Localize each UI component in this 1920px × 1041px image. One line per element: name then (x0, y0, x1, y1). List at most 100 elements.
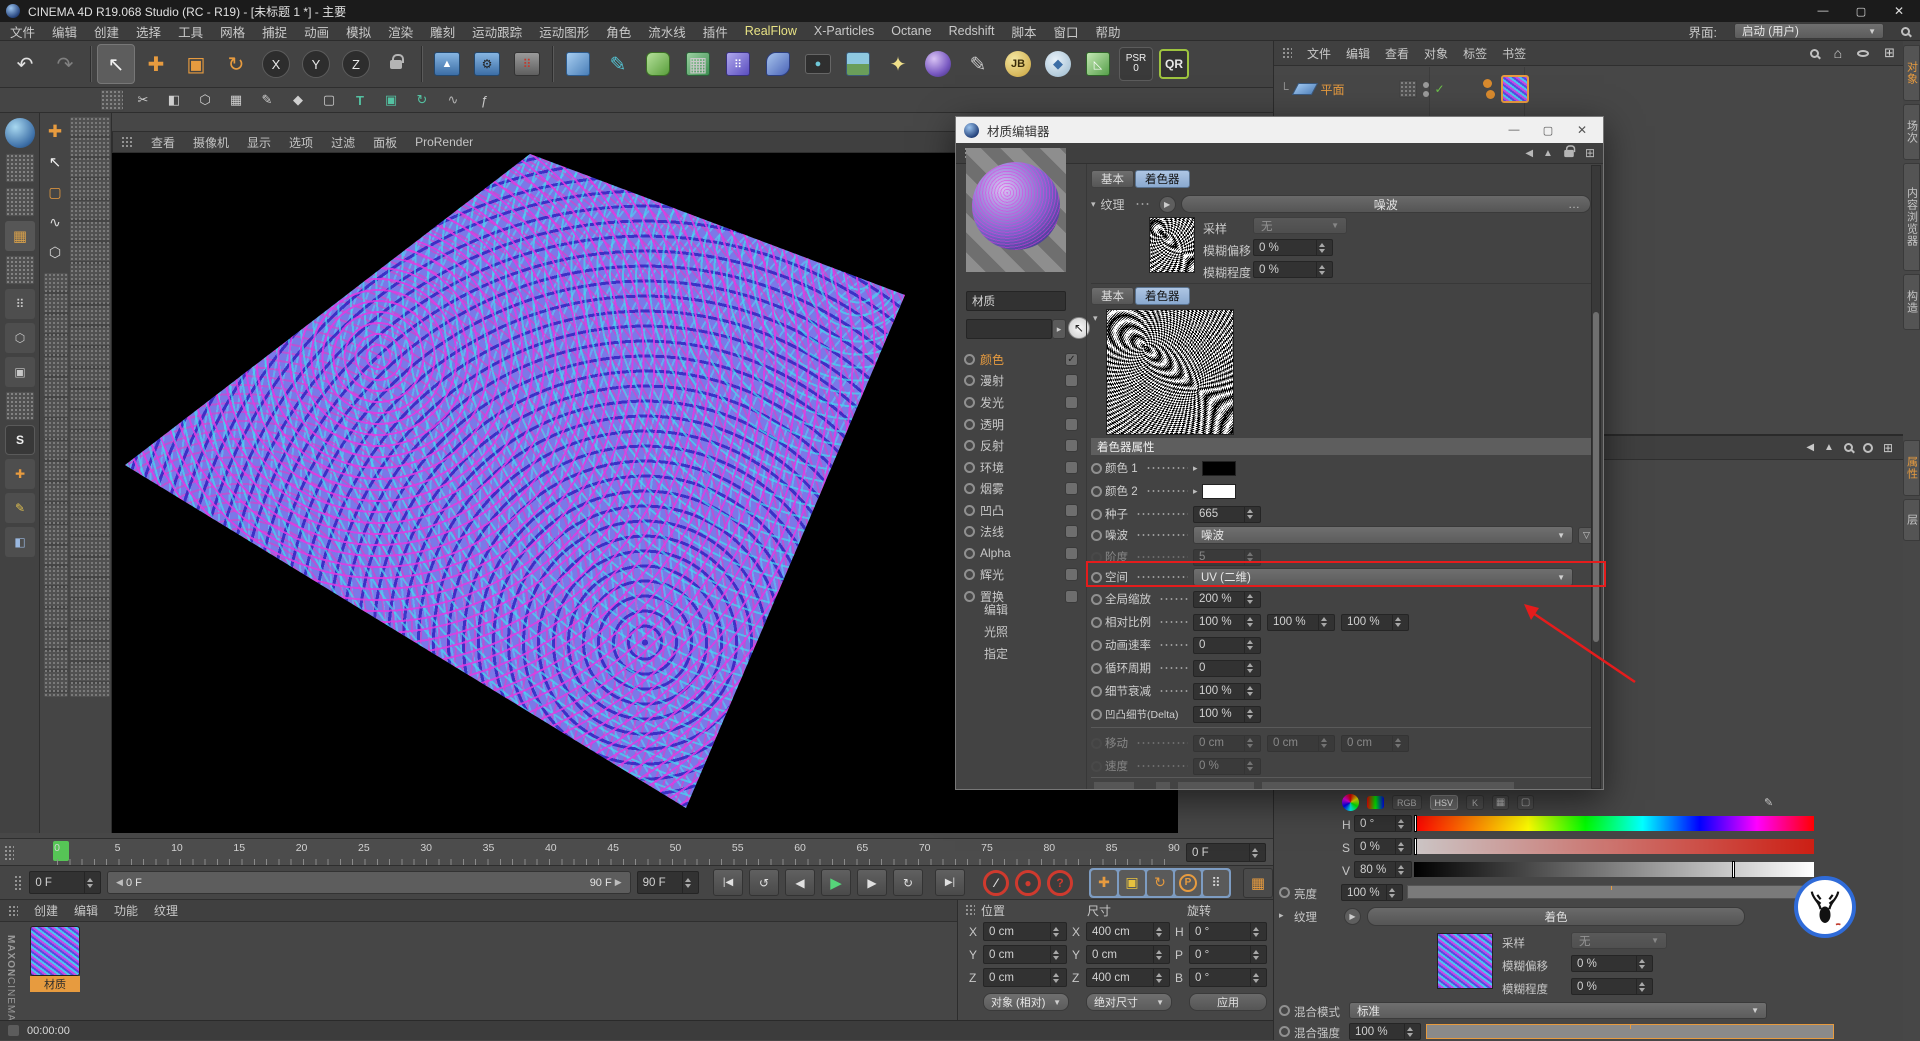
menu-motion-tracker[interactable]: 运动跟踪 (472, 22, 522, 41)
color2-radio[interactable] (1091, 486, 1102, 497)
am-lock-icon[interactable] (1863, 443, 1873, 453)
lasso-select-icon[interactable]: ∿ (42, 209, 68, 235)
psr-button[interactable]: PSR0 (1119, 47, 1153, 81)
apply-button[interactable]: 应用 (1189, 993, 1267, 1011)
val-slider[interactable] (1414, 862, 1814, 877)
matmgr-menu-create[interactable]: 创建 (34, 902, 58, 919)
record-button[interactable]: ⁄ (983, 870, 1009, 896)
sat-slider[interactable] (1414, 839, 1814, 854)
tab-basic-shader[interactable]: 基本 (1091, 287, 1134, 305)
paint-mode-icon[interactable]: ✎ (5, 493, 35, 523)
channel-row-transparency[interactable]: 透明 (964, 415, 1078, 433)
maximize-icon[interactable]: ▢ (1846, 5, 1876, 18)
size-z-field[interactable]: 400 cm (1086, 968, 1170, 987)
render-queue-icon[interactable]: ⠿ (508, 44, 546, 84)
knife-icon[interactable]: ✂ (131, 89, 155, 111)
color1-swatch[interactable] (1202, 461, 1236, 476)
am-newwin-icon[interactable]: ⊞ (1883, 441, 1893, 455)
size-mode-dropdown[interactable]: 绝对尺寸▼ (1086, 993, 1172, 1011)
matmgr-menu-edit[interactable]: 编辑 (74, 902, 98, 919)
rot-h-field[interactable]: 0 ° (1189, 922, 1267, 941)
array-icon[interactable]: ▦ (679, 44, 717, 84)
tag-dot-icon[interactable] (1486, 90, 1495, 99)
search-icon[interactable] (1901, 27, 1910, 36)
material-ball-icon[interactable] (919, 44, 957, 84)
poly-select-icon[interactable]: ⬡ (42, 239, 68, 265)
sat-field[interactable]: 0 % (1354, 838, 1412, 855)
viewport-menu-display[interactable]: 显示 (247, 134, 271, 151)
material-name-label[interactable]: 材质 (30, 976, 80, 992)
cloner-icon[interactable]: ⠿ (719, 44, 757, 84)
camera-icon[interactable]: ● (799, 44, 837, 84)
end-frame-field[interactable]: 90 F (637, 871, 699, 894)
blur-scale-field[interactable]: 0 % (1253, 261, 1333, 278)
redo-icon[interactable]: ↷ (46, 44, 84, 84)
editor-dot-icon[interactable] (1423, 82, 1429, 88)
texture-collapse-icon[interactable]: ▾ (1091, 199, 1096, 210)
sample-thumb[interactable] (1149, 217, 1195, 273)
menu-script[interactable]: 脚本 (1011, 22, 1036, 41)
menu-create[interactable]: 创建 (94, 22, 119, 41)
om-menu-objects[interactable]: 对象 (1424, 45, 1448, 62)
channel-row-alpha[interactable]: Alpha (964, 544, 1078, 562)
om-menu-file[interactable]: 文件 (1307, 45, 1331, 62)
seed-field[interactable]: 665 (1193, 506, 1261, 523)
world-globe-icon[interactable] (5, 118, 35, 148)
viewport-menu-camera[interactable]: 摄像机 (193, 134, 229, 151)
polygon-pen-icon[interactable]: ✎ (255, 89, 279, 111)
autokey-button[interactable]: ● (1015, 870, 1041, 896)
frame-range-slider[interactable]: ◀0 F 90 F▶ (107, 871, 631, 894)
solo-mode-icon[interactable]: S (5, 425, 35, 455)
points-mode-icon[interactable]: ⠿ (5, 289, 35, 319)
uv-mode-icon[interactable]: ◧ (5, 527, 35, 557)
pos-x-field[interactable]: 0 cm (983, 922, 1067, 941)
select-arrow-icon[interactable]: ↖ (42, 149, 68, 175)
color1-expand-icon[interactable]: ▸ (1193, 463, 1198, 474)
minimize-icon[interactable]: — (1808, 5, 1838, 17)
menu-animate[interactable]: 动画 (304, 22, 329, 41)
phong-tag-icon[interactable] (1483, 79, 1492, 88)
bridge-icon[interactable]: ▦ (224, 89, 248, 111)
mirror-icon[interactable]: ▢ (317, 89, 341, 111)
matmgr-grip[interactable] (8, 905, 18, 917)
brightness-field[interactable]: 100 % (1341, 884, 1403, 901)
prev-frame-button[interactable]: ◀ (785, 869, 815, 896)
object-name[interactable]: 平面 (1321, 81, 1345, 98)
make-editable-icon[interactable] (5, 153, 35, 183)
snap-icon[interactable]: ✚ (5, 459, 35, 489)
menu-octane[interactable]: Octane (891, 24, 931, 38)
dialog-back-icon[interactable]: ◀ (1525, 148, 1533, 159)
detailatt-field[interactable]: 100 % (1193, 683, 1261, 700)
pos-y-field[interactable]: 0 cm (983, 945, 1067, 964)
size-x-field[interactable]: 400 cm (1086, 922, 1170, 941)
viewport-menu-options[interactable]: 选项 (289, 134, 313, 151)
render-settings-icon[interactable]: ⚙ (468, 44, 506, 84)
link-assign[interactable]: 指定 (984, 645, 1008, 662)
deformer-icon[interactable] (759, 44, 797, 84)
channel-row-fog[interactable]: 烟雾 (964, 479, 1078, 497)
axis-y-button[interactable]: Y (297, 44, 335, 84)
menu-pipeline[interactable]: 流水线 (648, 22, 686, 41)
menu-redshift[interactable]: Redshift (949, 24, 995, 38)
colorizer-shader-button[interactable]: 着色 (1367, 907, 1745, 926)
mixstrength-slider[interactable] (1426, 1024, 1834, 1039)
coords-mode-dropdown[interactable]: 对象 (相对)▼ (983, 993, 1069, 1011)
tab-basic-top[interactable]: 基本 (1091, 170, 1134, 188)
channel-row-bump[interactable]: 凹凸 (964, 501, 1078, 519)
tab-shader-shader[interactable]: 着色器 (1135, 287, 1190, 305)
matmgr-menu-texture[interactable]: 纹理 (154, 902, 178, 919)
seed-radio[interactable] (1091, 509, 1102, 520)
hue-field[interactable]: 0 ° (1354, 815, 1412, 832)
loopperiod-field[interactable]: 0 (1193, 660, 1261, 677)
axis-x-button[interactable]: X (257, 44, 295, 84)
om-home-icon[interactable]: ⌂ (1834, 45, 1842, 61)
rotate-icon[interactable]: ↻ (217, 44, 255, 84)
menu-help[interactable]: 帮助 (1096, 22, 1121, 41)
brightness-slider[interactable] (1407, 885, 1815, 899)
coords-grip[interactable] (965, 904, 975, 916)
menu-select[interactable]: 选择 (136, 22, 161, 41)
dialog-newwin-icon[interactable]: ⊞ (1585, 146, 1595, 160)
render-dot-icon[interactable] (1423, 91, 1429, 97)
material-preview[interactable] (966, 148, 1066, 272)
key-scale-icon[interactable]: ▣ (1119, 870, 1145, 896)
